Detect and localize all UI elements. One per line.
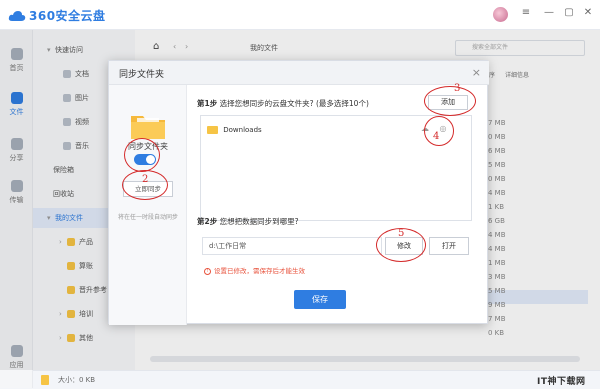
step1-label: 第1步 选择您想同步的云盘文件夹? (最多选择10个) (197, 98, 369, 109)
open-button[interactable]: 打开 (429, 237, 469, 255)
dialog-side-panel: 同步文件夹 立即同步 将在任一时段自动同步 (109, 85, 187, 325)
annotation-number: 5 (398, 228, 405, 239)
folder-row[interactable]: Downloads (207, 124, 262, 136)
avatar[interactable] (493, 7, 508, 22)
annotation-circle-add (424, 86, 476, 116)
app-name: 360安全云盘 (29, 9, 106, 23)
dialog-title: 同步文件夹 (119, 70, 165, 80)
step2-label: 第2步 您想把数据同步到哪里? (197, 216, 299, 227)
annotation-number: 2 (142, 174, 149, 185)
annotation-number: 4 (433, 131, 440, 142)
annotation-number: 3 (454, 83, 461, 94)
maximize-icon[interactable]: ▢ (563, 7, 575, 19)
menu-icon[interactable]: ≡ (520, 7, 532, 19)
cloud-logo-icon (8, 10, 26, 21)
sync-folder-icon (131, 116, 165, 139)
minimize-icon[interactable]: — (543, 7, 555, 19)
app-logo: 360安全云盘 (8, 7, 106, 24)
file-icon (41, 375, 49, 385)
step2-prefix: 第2步 (197, 217, 218, 226)
warning-message: ! 设置已修改，需保存后才能生效 (204, 265, 305, 275)
step2-text: 您想把数据同步到哪里? (219, 217, 299, 226)
warning-text: 设置已修改，需保存后才能生效 (214, 267, 305, 275)
warning-icon: ! (204, 267, 211, 275)
close-icon[interactable]: × (472, 66, 481, 79)
sync-hint: 将在任一时段自动同步 (117, 214, 178, 221)
step1-prefix: 第1步 (197, 99, 218, 108)
status-bar: 大小：0 KB (33, 370, 600, 388)
local-path-field[interactable]: d:\工作日常 (202, 237, 382, 255)
status-size: 大小：0 KB (58, 376, 96, 384)
annotation-circle-toggle (124, 138, 160, 172)
folder-icon (207, 126, 218, 134)
step1-text: 选择您想同步的云盘文件夹? (最多选择10个) (219, 99, 369, 108)
watermark: IT神下载网 (537, 377, 586, 387)
title-bar: 360安全云盘 ≡ — ▢ ✕ (0, 0, 600, 30)
close-window-icon[interactable]: ✕ (582, 7, 594, 19)
save-button[interactable]: 保存 (294, 290, 346, 309)
folder-name: Downloads (223, 126, 262, 134)
dialog-header: 同步文件夹 × (109, 61, 489, 85)
